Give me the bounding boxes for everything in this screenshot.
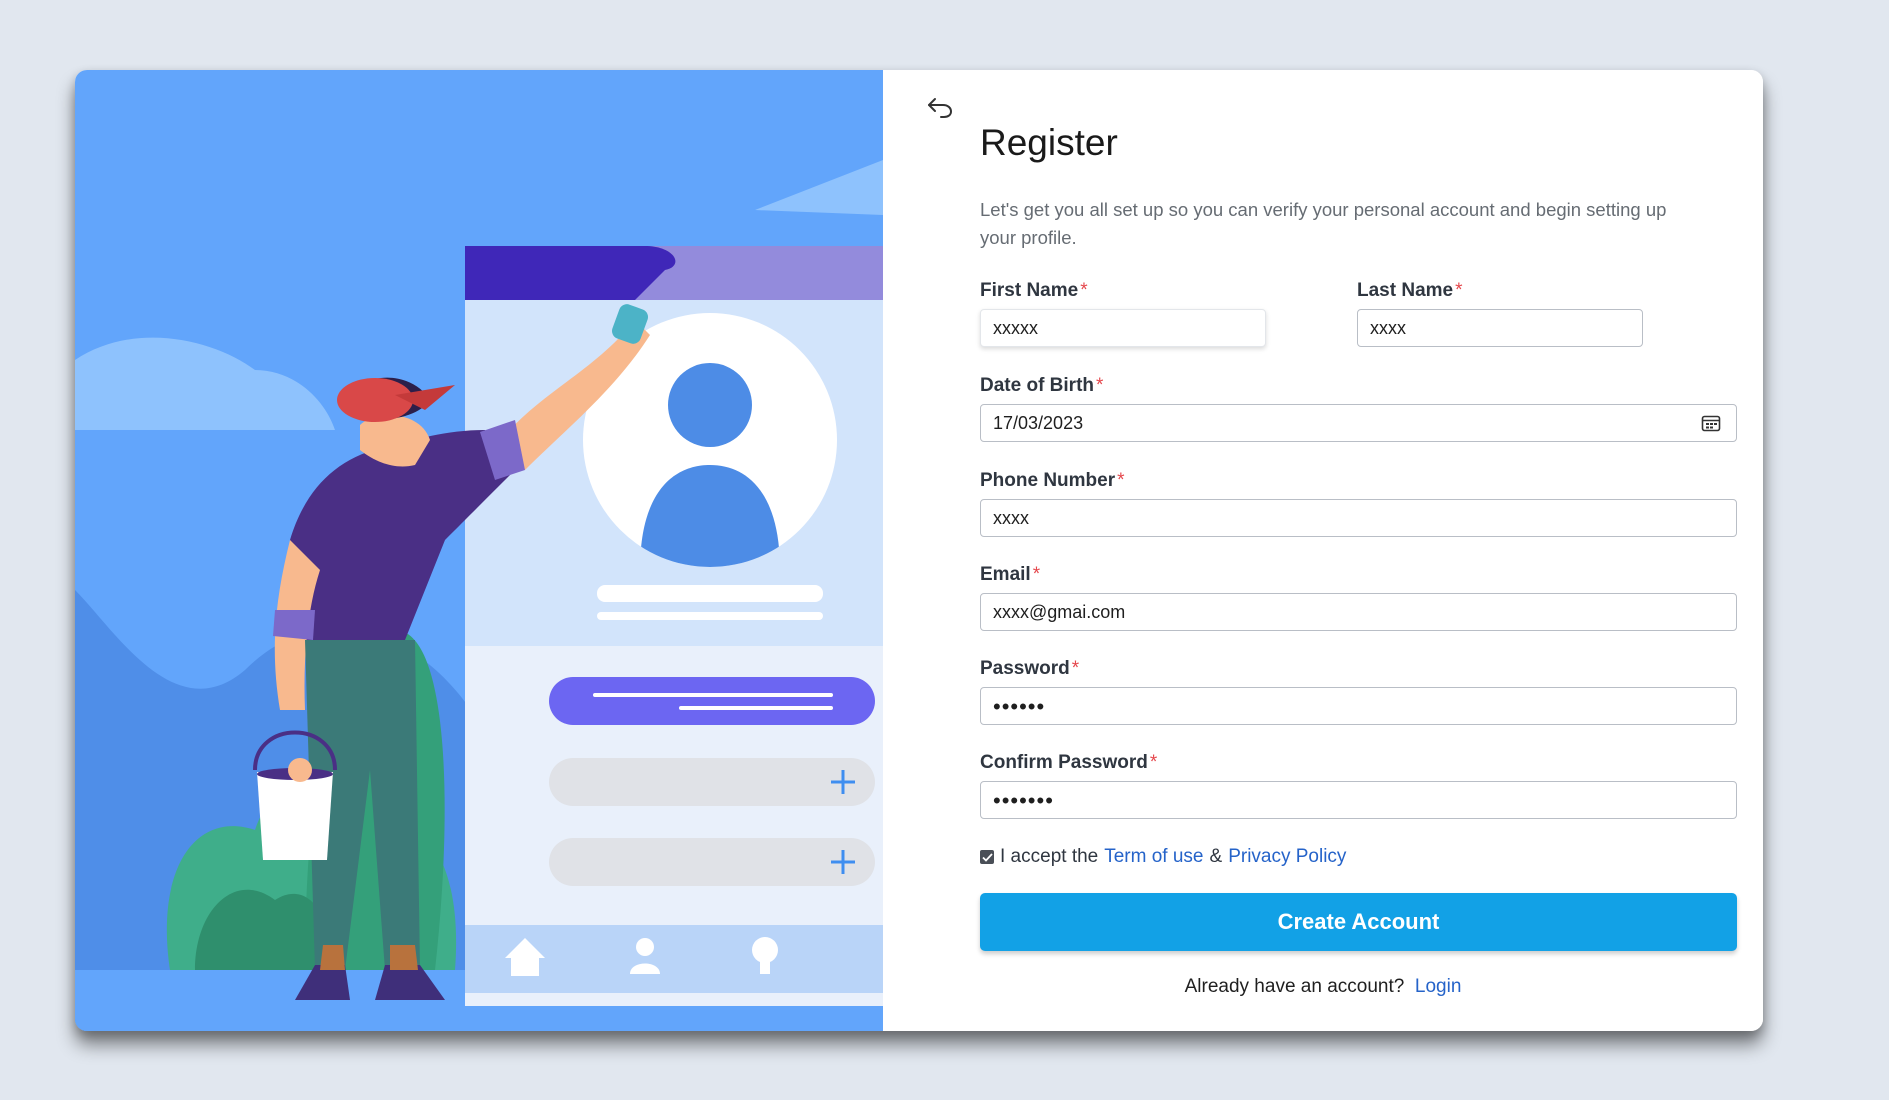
- login-prompt-row: Already have an account? Login: [883, 976, 1763, 998]
- terms-checkbox[interactable]: [980, 850, 994, 864]
- email-input[interactable]: [980, 593, 1737, 631]
- email-label: Email *: [980, 564, 1041, 585]
- password-label: Password *: [980, 658, 1080, 679]
- register-form-panel: Register Let's get you all set up so you…: [883, 70, 1763, 1031]
- confirm-password-input[interactable]: [980, 781, 1737, 819]
- undo-arrow-icon: [928, 98, 953, 118]
- register-card: Register Let's get you all set up so you…: [75, 70, 1763, 1031]
- password-input[interactable]: [980, 687, 1737, 725]
- required-mark: *: [1080, 280, 1088, 301]
- dob-label: Date of Birth *: [980, 375, 1104, 396]
- create-account-button[interactable]: Create Account: [980, 893, 1737, 951]
- first-name-input[interactable]: [980, 309, 1266, 347]
- last-name-input[interactable]: [1357, 309, 1643, 347]
- required-mark: *: [1071, 658, 1080, 679]
- confirm-password-label: Confirm Password *: [980, 752, 1158, 773]
- back-button[interactable]: [923, 90, 957, 124]
- page-subtitle: Let's get you all set up so you can veri…: [980, 199, 1667, 248]
- last-name-label: Last Name *: [1357, 280, 1463, 301]
- terms-ampersand: &: [1209, 846, 1223, 867]
- required-mark: *: [1455, 280, 1463, 301]
- required-mark: *: [1149, 752, 1158, 773]
- dob-input[interactable]: [980, 404, 1737, 442]
- phone-input[interactable]: [980, 499, 1737, 537]
- login-prompt-text: Already have an account?: [1184, 976, 1405, 997]
- terms-of-use-link[interactable]: Term of use: [1104, 846, 1203, 868]
- painter-illustration: [75, 160, 883, 1031]
- required-mark: *: [1117, 470, 1125, 491]
- illustration-panel: [75, 70, 883, 1031]
- page-title: Register: [980, 122, 1118, 163]
- terms-row: I accept the Term of use & Privacy Polic…: [980, 846, 1346, 868]
- phone-label: Phone Number *: [980, 470, 1125, 491]
- privacy-policy-link[interactable]: Privacy Policy: [1228, 846, 1346, 868]
- calendar-icon[interactable]: [1701, 414, 1721, 432]
- terms-prefix: I accept the: [1000, 846, 1099, 867]
- checkbox-checked-icon: [981, 852, 993, 862]
- login-link[interactable]: Login: [1415, 976, 1462, 997]
- required-mark: *: [1096, 375, 1104, 396]
- required-mark: *: [1032, 564, 1041, 585]
- first-name-label: First Name *: [980, 280, 1088, 301]
